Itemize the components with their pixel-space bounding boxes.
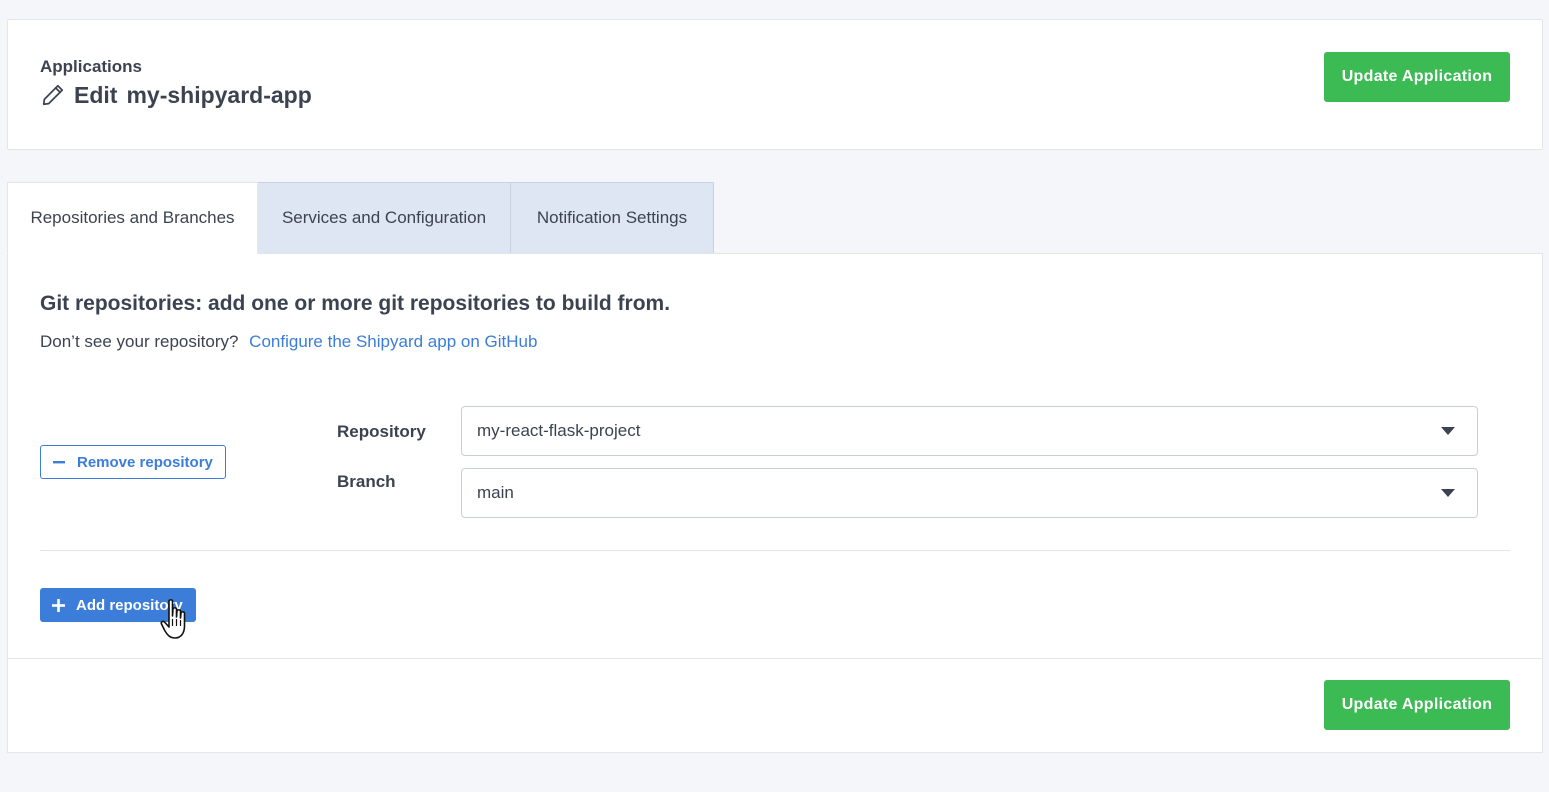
page-header: Applications Edit my-shipyard-app Update… — [7, 19, 1543, 150]
add-repository-button[interactable]: Add repository — [40, 588, 196, 622]
repository-select[interactable]: my-react-flask-project — [461, 406, 1478, 456]
add-repository-label: Add repository — [76, 596, 183, 614]
divider — [40, 550, 1510, 551]
title-edit-word: Edit — [74, 81, 118, 108]
tab-notification-settings[interactable]: Notification Settings — [511, 182, 714, 254]
plus-icon — [52, 598, 65, 612]
remove-repository-button[interactable]: Remove repository — [40, 445, 226, 479]
chevron-down-icon — [1441, 489, 1455, 498]
update-application-button-top[interactable]: Update Application — [1324, 52, 1510, 102]
repositories-panel: Git repositories: add one or more git re… — [7, 253, 1543, 753]
repository-label: Repository — [337, 422, 426, 441]
help-line: Don’t see your repository? Configure the… — [40, 332, 537, 352]
tab-repositories-and-branches[interactable]: Repositories and Branches — [7, 182, 258, 254]
pencil-icon — [40, 82, 66, 108]
branch-value: main — [477, 483, 514, 502]
tab-bar: Repositories and Branches Services and C… — [7, 182, 714, 254]
branch-select[interactable]: main — [461, 468, 1478, 518]
repository-value: my-react-flask-project — [477, 421, 641, 440]
footer-divider — [8, 658, 1542, 659]
page-title: Edit my-shipyard-app — [40, 80, 312, 110]
breadcrumb[interactable]: Applications — [40, 57, 142, 77]
branch-label: Branch — [337, 472, 396, 491]
app-name: my-shipyard-app — [126, 81, 312, 108]
help-text: Don’t see your repository? — [40, 332, 239, 351]
minus-icon — [52, 455, 66, 469]
remove-repository-label: Remove repository — [77, 453, 213, 471]
update-application-button-bottom[interactable]: Update Application — [1324, 680, 1510, 730]
configure-github-link[interactable]: Configure the Shipyard app on GitHub — [249, 332, 537, 351]
chevron-down-icon — [1441, 427, 1455, 436]
tab-services-and-configuration[interactable]: Services and Configuration — [258, 182, 511, 254]
section-title: Git repositories: add one or more git re… — [40, 292, 671, 315]
